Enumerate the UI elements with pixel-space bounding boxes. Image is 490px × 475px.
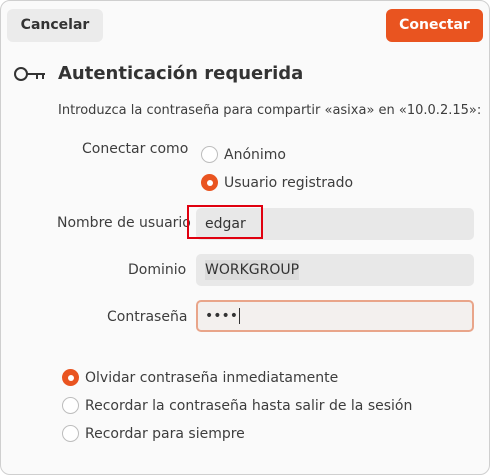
- password-label: Contraseña: [107, 309, 188, 325]
- dialog-description: Introduzca la contraseña para compartir …: [58, 103, 482, 118]
- radio-remember-forever-indicator: [62, 425, 79, 442]
- radio-registered-user-indicator: [201, 174, 218, 191]
- cancel-button[interactable]: Cancelar: [7, 9, 103, 42]
- radio-registered-user-label: Usuario registrado: [224, 175, 354, 191]
- password-mask: ••••: [205, 308, 239, 324]
- username-field[interactable]: edgar: [196, 208, 474, 240]
- dialog-title: Autenticación requerida: [58, 63, 304, 84]
- radio-anonymous-label: Anónimo: [224, 147, 286, 163]
- connect-button[interactable]: Conectar: [386, 9, 483, 42]
- domain-field[interactable]: WORKGROUP: [196, 254, 474, 286]
- password-field[interactable]: ••••: [196, 300, 474, 332]
- domain-value: WORKGROUP: [205, 260, 300, 280]
- radio-forget-immediately-label: Olvidar contraseña inmediatamente: [85, 370, 339, 386]
- auth-dialog: Cancelar Conectar Autenticación requerid…: [0, 0, 490, 475]
- radio-forget-immediately-indicator: [62, 369, 79, 386]
- domain-label: Dominio: [128, 262, 187, 278]
- radio-remember-forever-label: Recordar para siempre: [85, 426, 245, 442]
- radio-remember-session-label: Recordar la contraseña hasta salir de la…: [85, 398, 413, 414]
- text-caret: [239, 308, 241, 324]
- username-label: Nombre de usuario: [57, 215, 191, 231]
- key-icon: [14, 67, 45, 81]
- connect-as-label: Conectar como: [82, 141, 189, 157]
- username-value: edgar: [205, 216, 246, 232]
- radio-remember-session-indicator: [62, 397, 79, 414]
- radio-anonymous-indicator: [201, 146, 218, 163]
